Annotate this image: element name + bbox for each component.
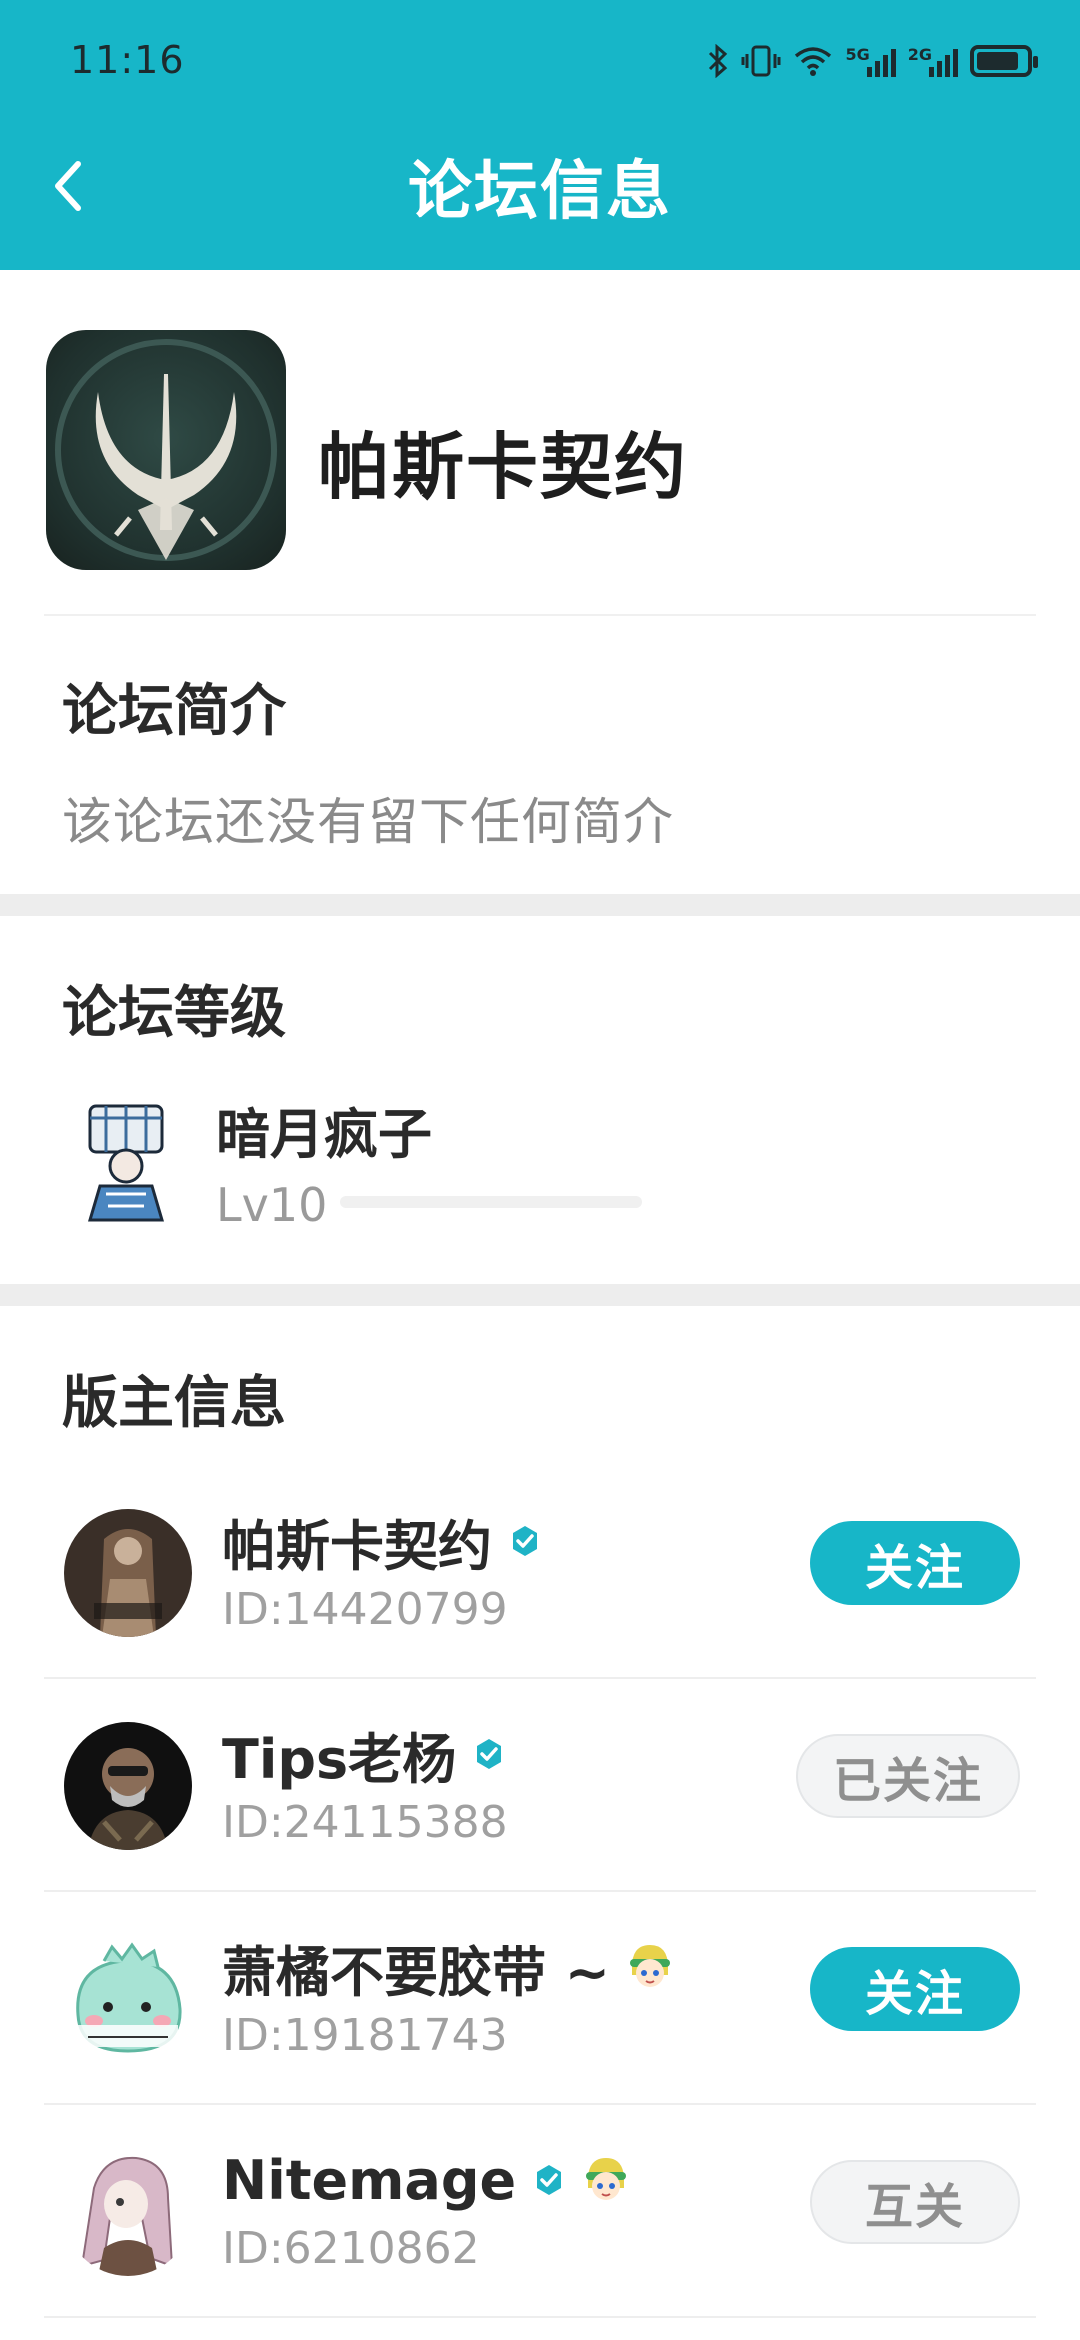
character-emoji-icon: [586, 2158, 627, 2200]
moderator-row[interactable]: Nitemage ID:6210862 互关: [0, 2105, 1080, 2318]
follow-button[interactable]: 关注: [810, 1947, 1020, 2031]
verified-badge-icon: [477, 1739, 502, 1769]
section-separator: [0, 894, 1080, 916]
battery-icon: [970, 45, 1038, 77]
moderator-name: Tips老杨: [222, 1727, 457, 1791]
moderator-id: ID:14420799: [222, 1584, 508, 1635]
level-name: 暗月疯子: [216, 1103, 432, 1166]
bluetooth-icon: [709, 44, 728, 78]
moderator-id: ID:24115388: [222, 1797, 508, 1848]
forum-logo: [46, 330, 286, 570]
mutual-follow-button[interactable]: 互关: [810, 2160, 1020, 2244]
moderator-row[interactable]: 萧橘不要胶带 ~ ID:19181743 关注: [0, 1892, 1080, 2105]
vibrate-icon: [741, 45, 781, 77]
character-emoji-icon: [630, 1945, 671, 1987]
moderator-name: 帕斯卡契约: [222, 1514, 492, 1578]
section-separator: [0, 1284, 1080, 1306]
divider: [44, 614, 1036, 616]
moderator-row[interactable]: Tips老杨 ID:24115388 已关注: [0, 1679, 1080, 1892]
network-5g-label: 5G: [845, 45, 870, 64]
moderator-name: 萧橘不要胶带 ~: [222, 1940, 611, 2004]
moderator-name-wrap: Tips老杨: [222, 1719, 506, 1791]
moderator-id: ID:19181743: [222, 2010, 508, 2061]
status-icons: 5G 2G: [707, 36, 1038, 86]
intro-text: 该论坛还没有留下任何简介: [62, 793, 674, 851]
followed-button[interactable]: 已关注: [796, 1734, 1020, 1818]
page-title: 论坛信息: [408, 155, 672, 229]
forum-name: 帕斯卡契约: [318, 425, 689, 509]
avatar[interactable]: [64, 1722, 192, 1850]
signal-2g-icon: 2G: [908, 45, 958, 77]
moderator-id: ID:6210862: [222, 2223, 480, 2274]
avatar[interactable]: [64, 2148, 192, 2276]
level-avatar: [76, 1096, 186, 1226]
level-progress-bar: [340, 1196, 642, 1208]
avatar[interactable]: [64, 1935, 192, 2063]
divider: [44, 2316, 1036, 2318]
avatar[interactable]: [64, 1509, 192, 1637]
network-2g-label: 2G: [907, 45, 932, 64]
moderator-name-wrap: 帕斯卡契约: [222, 1506, 542, 1578]
level-title: 论坛等级: [62, 981, 286, 1046]
signal-5g-icon: 5G: [845, 45, 896, 77]
status-time: 11:16: [70, 38, 185, 82]
app-header: 11:16 5G 2G 论坛信息: [0, 0, 1080, 270]
intro-title: 论坛简介: [62, 679, 286, 744]
forum-emblem-icon: [55, 339, 277, 561]
follow-button[interactable]: 关注: [810, 1521, 1020, 1605]
level-number: Lv10: [216, 1178, 328, 1232]
battery-level: [977, 52, 1018, 70]
verified-badge-icon: [537, 2165, 562, 2195]
moderators-title: 版主信息: [62, 1371, 286, 1436]
moderator-row[interactable]: 帕斯卡契约 ID:14420799 关注: [0, 1466, 1080, 1679]
wifi-icon: [795, 47, 832, 76]
moderator-name-wrap: 萧橘不要胶带 ~: [222, 1932, 674, 2004]
moderator-name: Nitemage: [222, 2148, 517, 2212]
verified-badge-icon: [513, 1526, 537, 1556]
moderator-name-wrap: Nitemage: [222, 2145, 630, 2215]
